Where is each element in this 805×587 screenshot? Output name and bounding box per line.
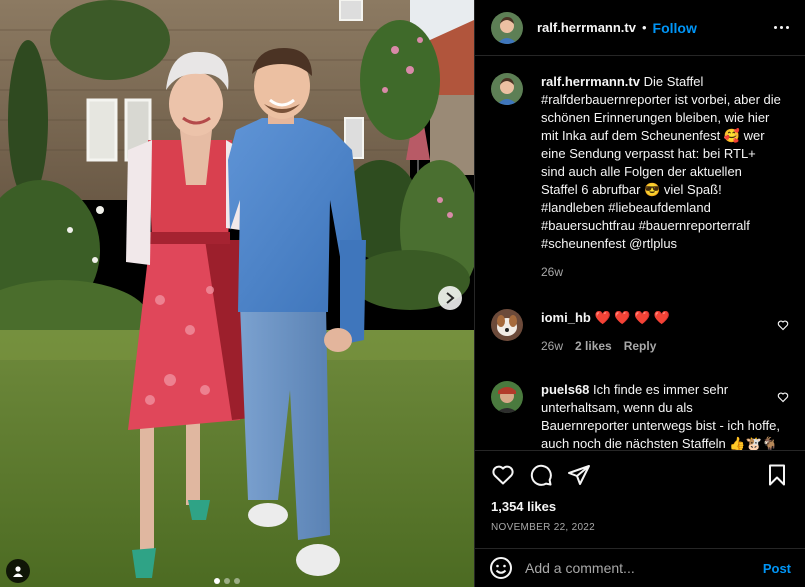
carousel-dot [224,578,230,584]
comment-text: ❤️ ❤️ ❤️ ❤️ [590,310,671,325]
caption-avatar[interactable] [491,73,523,105]
comment-item: puels68 Ich finde es immer sehr unterhal… [491,381,789,450]
post-actions: 1,354 likes NOVEMBER 22, 2022 [475,450,805,548]
comment-username[interactable]: puels68 [541,382,589,397]
post-photo[interactable] [0,0,474,587]
author-username[interactable]: ralf.herrmann.tv [537,20,636,35]
likes-count[interactable]: 1,354 likes [491,499,789,514]
reply-button[interactable]: Reply [624,337,657,355]
user-tags-button[interactable] [6,559,30,583]
comment-age[interactable]: 26w [541,337,563,355]
photo-scene [0,0,474,587]
comment-likes[interactable]: 2 likes [575,337,612,355]
caption-username[interactable]: ralf.herrmann.tv [541,74,640,89]
chevron-right-icon [446,292,455,304]
post-comment-button[interactable]: Post [763,561,791,576]
add-comment-bar: Post [475,548,805,587]
heart-icon[interactable] [777,319,789,331]
next-slide-button[interactable] [438,286,462,310]
caption-text: Die Staffel #ralfderbauernreporter ist v… [541,74,781,251]
follow-button[interactable]: Follow [653,20,697,36]
author-avatar[interactable] [491,11,523,44]
caption-text-block: ralf.herrmann.tv Die Staffel #ralfderbau… [541,73,781,281]
comment-meta: 26w 2 likes Reply [541,337,781,355]
comments-list[interactable]: ralf.herrmann.tv Die Staffel #ralfderbau… [475,57,805,450]
caption-meta: 26w [541,263,781,281]
comment-text-block: iomi_hb ❤️ ❤️ ❤️ ❤️ 26w 2 likes Reply [541,309,781,355]
instagram-post-modal: ralf.herrmann.tv • Follow ralf.herrmann.… [0,0,805,587]
carousel-dot [214,578,220,584]
bookmark-icon[interactable] [765,463,789,487]
emoji-icon[interactable] [489,556,513,580]
send-icon[interactable] [567,463,591,487]
carousel-indicator [214,578,240,584]
header-separator: • [641,20,647,35]
commenter-avatar[interactable] [491,381,523,413]
avatar-image [491,11,523,44]
comment-username[interactable]: iomi_hb [541,310,591,325]
action-icons [491,463,789,487]
avatar-image [491,309,523,341]
commenter-avatar[interactable] [491,309,523,341]
post-header: ralf.herrmann.tv • Follow [475,0,805,56]
caption-age[interactable]: 26w [541,263,563,281]
comment-input[interactable] [525,560,763,576]
comment-icon[interactable] [529,463,553,487]
carousel-dot [234,578,240,584]
user-tag-icon [13,566,23,577]
comment-item: iomi_hb ❤️ ❤️ ❤️ ❤️ 26w 2 likes Reply [491,309,789,355]
post-date: NOVEMBER 22, 2022 [491,522,596,533]
post-details-panel: ralf.herrmann.tv • Follow ralf.herrmann.… [474,0,805,587]
avatar-image [491,381,523,413]
caption: ralf.herrmann.tv Die Staffel #ralfderbau… [491,73,789,281]
heart-icon[interactable] [777,391,789,403]
avatar-image [491,73,523,105]
more-options-icon[interactable] [774,26,789,29]
heart-icon[interactable] [491,463,515,487]
comment-text-block: puels68 Ich finde es immer sehr unterhal… [541,381,781,450]
